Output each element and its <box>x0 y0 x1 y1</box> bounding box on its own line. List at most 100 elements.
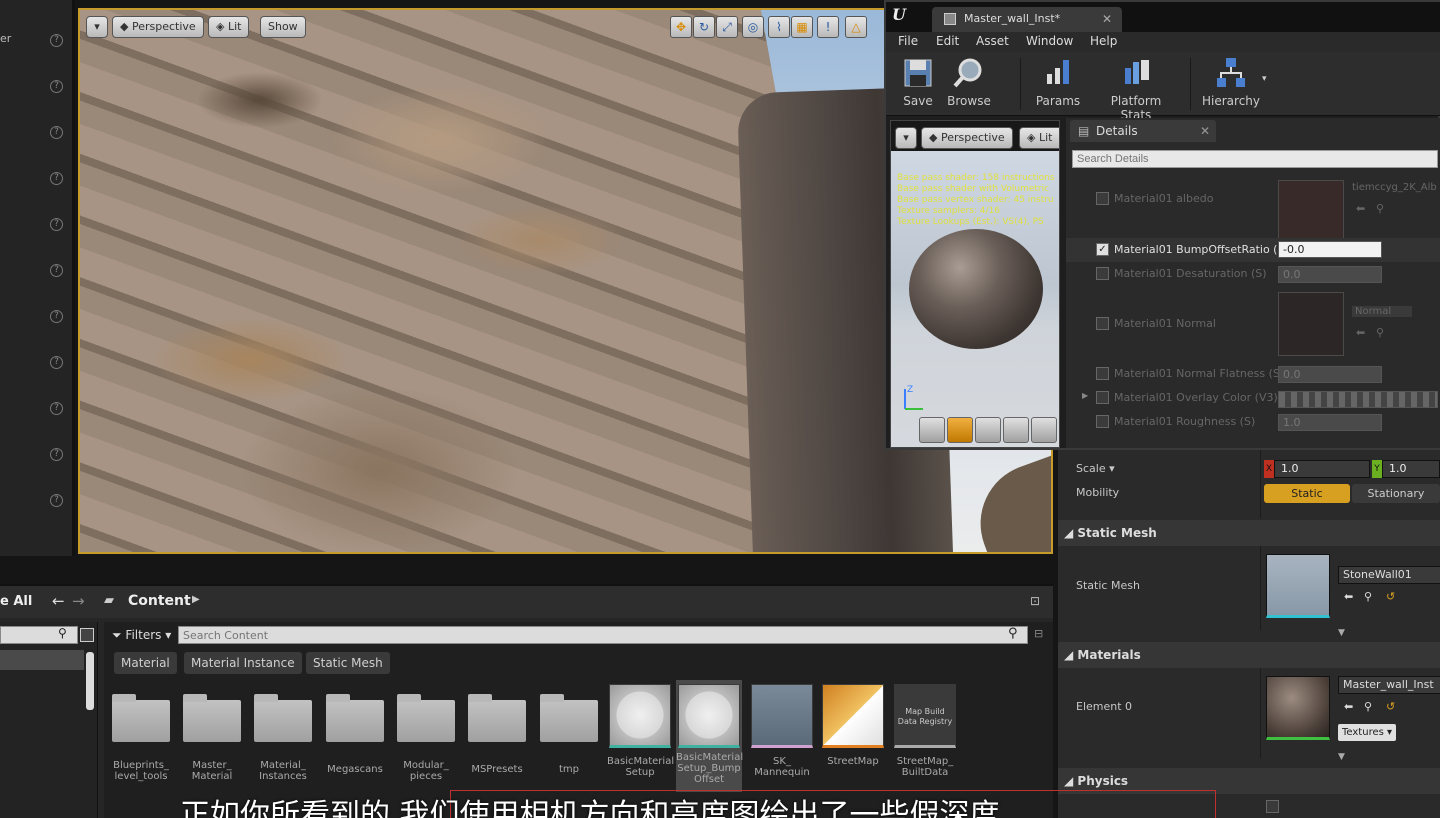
help-icon[interactable]: ? <box>50 264 63 277</box>
lock-icon[interactable]: ⊡ <box>1030 594 1040 608</box>
materials-section-header[interactable]: ◢ Materials <box>1058 642 1440 668</box>
save-button[interactable]: Save <box>898 54 938 114</box>
asset-folder[interactable]: Master_ Material <box>179 688 245 782</box>
filter-chip-static-mesh[interactable]: Static Mesh <box>306 652 390 674</box>
desaturation-value-input[interactable]: 0.0 <box>1278 266 1382 283</box>
param-checkbox[interactable] <box>1096 192 1109 205</box>
save-search-icon[interactable]: ⊟ <box>1034 627 1043 640</box>
back-arrow-icon[interactable]: ← <box>52 592 65 610</box>
asset-folder[interactable]: Modular_ pieces <box>393 688 459 782</box>
details-tab[interactable]: ▤ Details ✕ <box>1070 120 1216 142</box>
save-all-button[interactable]: e All <box>0 594 32 609</box>
asset-folder[interactable]: Blueprints_ level_tools <box>108 688 174 782</box>
help-icon[interactable]: ? <box>50 310 63 323</box>
close-icon[interactable]: ✕ <box>1102 7 1112 31</box>
angle-snap-icon[interactable]: ! <box>817 16 839 38</box>
preview-lit-button[interactable]: ◈ Lit <box>1019 127 1059 149</box>
asset-folder[interactable]: Megascans <box>322 688 388 775</box>
search-icon[interactable]: ⚲ <box>1376 202 1384 215</box>
use-selected-icon[interactable]: ⬅ <box>1356 326 1365 339</box>
grid-snap-icon[interactable]: ▦ <box>791 16 813 38</box>
material-name[interactable]: Master_wall_Inst <box>1338 676 1440 694</box>
asset-map-build-data[interactable]: Map Build Data Registry StreetMap_ Built… <box>892 684 958 778</box>
material-tab[interactable]: Master_wall_Inst* ✕ <box>932 7 1122 32</box>
platform-stats-button[interactable]: Platform Stats <box>1094 54 1178 122</box>
hierarchy-dropdown-icon[interactable]: ▾ <box>1262 74 1267 84</box>
source-tree-selected-row[interactable] <box>0 650 84 670</box>
search-icon[interactable]: ⚲ <box>1008 626 1018 641</box>
asset-material-selected[interactable]: BasicMaterial Setup_Bump Offset <box>676 680 743 792</box>
help-icon[interactable]: ? <box>50 218 63 231</box>
content-search-input[interactable] <box>178 626 1028 644</box>
preview-plane-button[interactable] <box>975 417 1001 443</box>
asset-folder[interactable]: Material_ Instances <box>250 688 316 782</box>
help-icon[interactable]: ? <box>50 34 63 47</box>
param-checkbox[interactable] <box>1096 391 1109 404</box>
filter-chip-material-instance[interactable]: Material Instance <box>184 652 302 674</box>
search-icon[interactable]: ⚲ <box>58 626 67 640</box>
translate-icon[interactable]: ✥ <box>670 16 692 38</box>
mobility-stationary-button[interactable]: Stationary <box>1352 484 1440 503</box>
lit-button[interactable]: ◈ Lit <box>208 16 250 38</box>
reset-icon[interactable]: ↺ <box>1386 590 1395 603</box>
menu-file[interactable]: File <box>898 34 918 48</box>
albedo-texture-thumbnail[interactable] <box>1278 180 1344 244</box>
normal-flatness-value-input[interactable]: 0.0 <box>1278 366 1382 383</box>
normal-texture-name[interactable]: Normal <box>1352 306 1412 317</box>
menu-edit[interactable]: Edit <box>936 34 959 48</box>
textures-dropdown[interactable]: Textures ▾ <box>1338 724 1397 741</box>
forward-arrow-icon[interactable]: → <box>72 592 85 610</box>
help-icon[interactable]: ? <box>50 402 63 415</box>
param-checkbox[interactable] <box>1096 267 1109 280</box>
static-mesh-name[interactable]: StoneWall01 <box>1338 566 1440 584</box>
rotate-icon[interactable]: ↻ <box>693 16 715 38</box>
roughness-value-input[interactable]: 1.0 <box>1278 414 1382 431</box>
close-icon[interactable]: ✕ <box>1200 120 1210 142</box>
asset-folder[interactable]: tmp <box>536 688 602 775</box>
menu-asset[interactable]: Asset <box>976 34 1009 48</box>
help-icon[interactable]: ? <box>50 448 63 461</box>
world-local-icon[interactable]: ◎ <box>742 16 764 38</box>
physics-checkbox[interactable] <box>1266 800 1279 813</box>
preview-mesh-button[interactable] <box>1031 417 1057 443</box>
overlay-color-swatch[interactable] <box>1278 391 1438 408</box>
search-icon[interactable]: ⚲ <box>1364 590 1372 603</box>
use-selected-icon[interactable]: ⬅ <box>1344 700 1353 713</box>
asset-streetmap[interactable]: StreetMap <box>820 684 886 767</box>
normal-texture-thumbnail[interactable] <box>1278 292 1344 356</box>
help-icon[interactable]: ? <box>50 356 63 369</box>
filters-button[interactable]: ⏷ Filters ▾ <box>112 628 171 643</box>
path-content[interactable]: Content <box>128 593 191 609</box>
param-checkbox[interactable] <box>1096 415 1109 428</box>
path-chevron-icon[interactable]: ▶ <box>192 594 200 605</box>
expand-arrow-icon[interactable]: ▶ <box>1082 391 1088 400</box>
help-icon[interactable]: ? <box>50 126 63 139</box>
reset-icon[interactable]: ↺ <box>1386 700 1395 713</box>
expand-down-icon[interactable]: ▼ <box>1338 628 1345 638</box>
filter-chip-material[interactable]: Material <box>114 652 177 674</box>
browse-button[interactable]: Browse <box>946 54 992 114</box>
asset-skeletal-mesh[interactable]: SK_ Mannequin <box>749 684 815 778</box>
preview-sphere-button[interactable] <box>947 417 973 443</box>
rotation-snap-icon[interactable]: △ <box>845 16 867 38</box>
expand-down-icon[interactable]: ▼ <box>1338 752 1345 762</box>
static-mesh-thumbnail[interactable] <box>1266 554 1330 618</box>
show-button[interactable]: Show <box>260 16 306 38</box>
param-checkbox-checked[interactable]: ✓ <box>1096 243 1109 256</box>
preview-cube-button[interactable] <box>1003 417 1029 443</box>
preview-cylinder-button[interactable] <box>919 417 945 443</box>
param-checkbox[interactable] <box>1096 317 1109 330</box>
mobility-static-button[interactable]: Static <box>1264 484 1350 503</box>
viewport-options-button[interactable]: ▾ <box>86 16 108 38</box>
menu-help[interactable]: Help <box>1090 34 1117 48</box>
search-icon[interactable]: ⚲ <box>1364 700 1372 713</box>
menu-window[interactable]: Window <box>1026 34 1073 48</box>
surface-snap-icon[interactable]: ⌇ <box>768 16 790 38</box>
static-mesh-section-header[interactable]: ◢ Static Mesh <box>1058 520 1440 546</box>
param-checkbox[interactable] <box>1096 367 1109 380</box>
help-icon[interactable]: ? <box>50 494 63 507</box>
scale-icon[interactable]: ⤢ <box>716 16 738 38</box>
preview-perspective-button[interactable]: ◆ Perspective <box>921 127 1013 149</box>
preview-options-button[interactable]: ▾ <box>895 127 917 149</box>
asset-material[interactable]: BasicMaterial Setup <box>607 684 674 778</box>
